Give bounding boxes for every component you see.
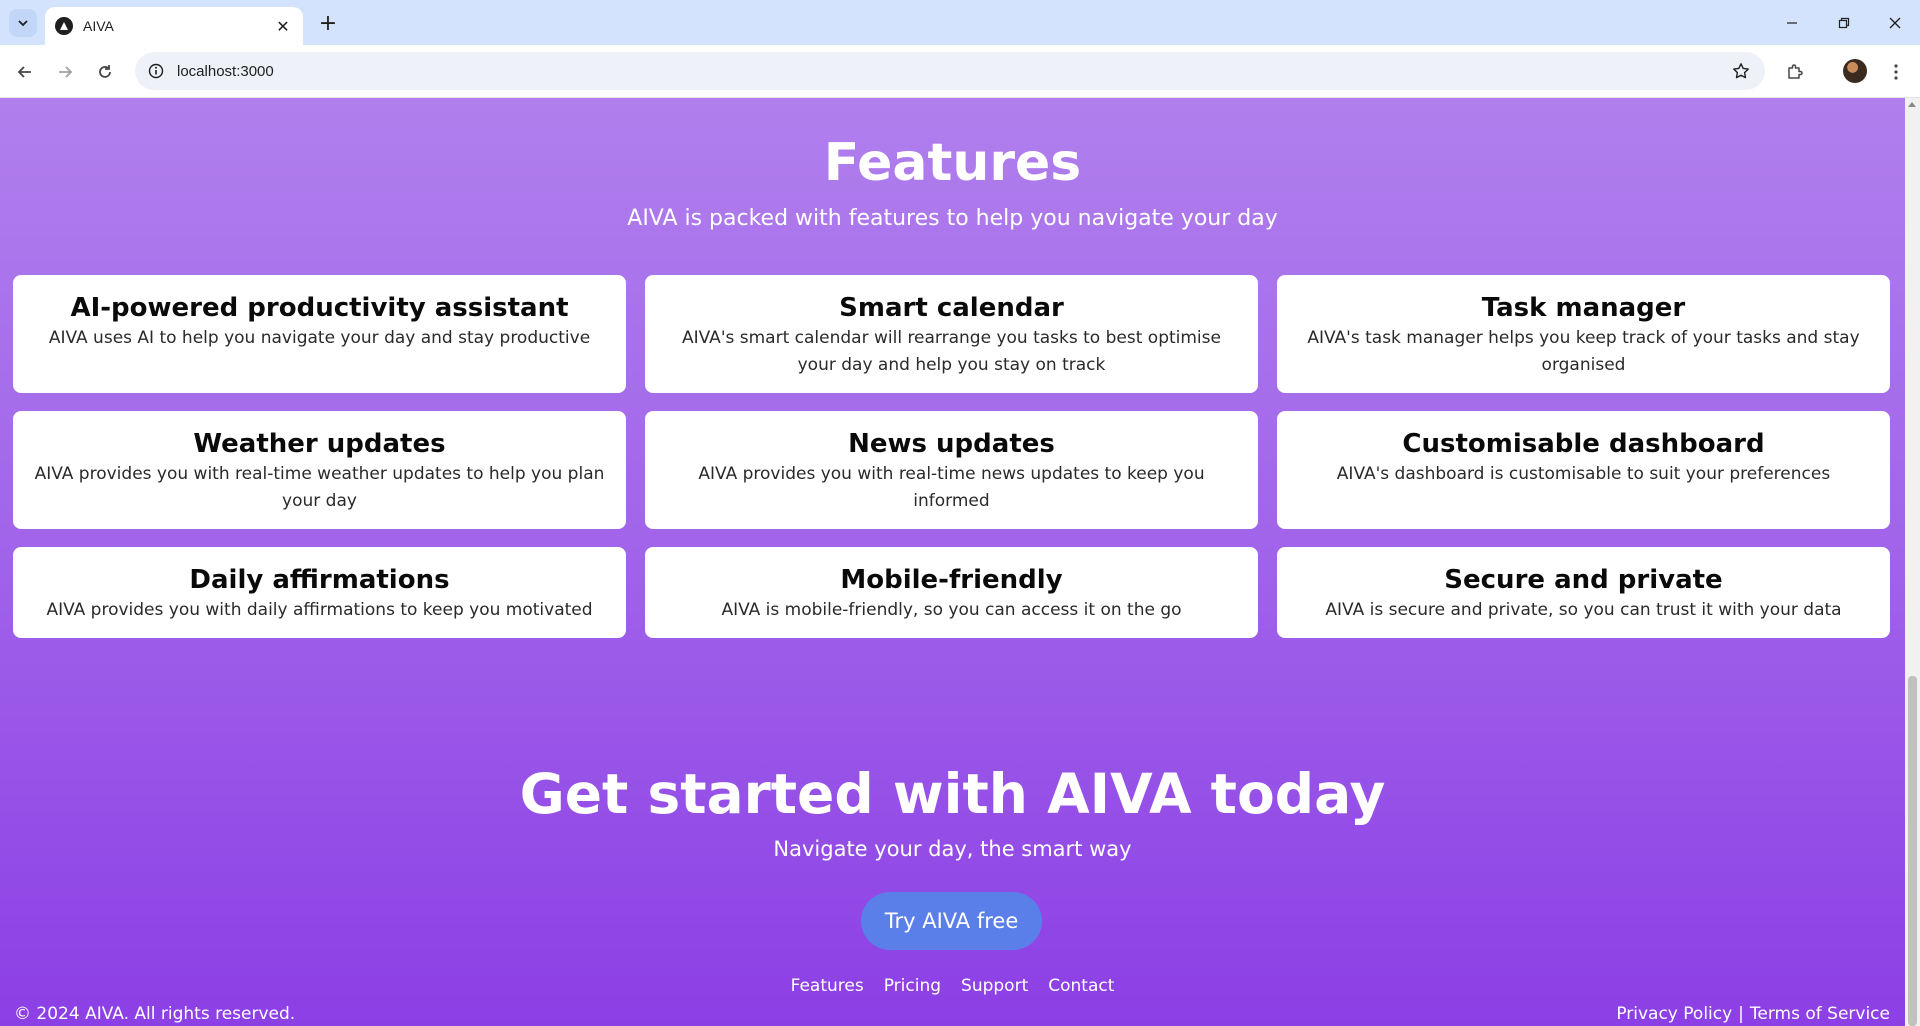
terms-of-service-link[interactable]: Terms of Service — [1750, 1004, 1890, 1024]
restore-button[interactable] — [1822, 0, 1866, 45]
chevron-down-icon — [18, 20, 28, 27]
forward-button[interactable] — [50, 57, 80, 87]
features-subtitle: AIVA is packed with features to help you… — [627, 206, 1278, 231]
minimize-icon — [1787, 21, 1797, 24]
legal-links: Privacy Policy | Terms of Service — [1616, 1004, 1890, 1024]
more-vert-icon — [1894, 64, 1898, 80]
arrow-right-icon — [59, 66, 73, 78]
feature-card: Weather updates AIVA provides you with r… — [13, 411, 626, 529]
cta-subtitle: Navigate your day, the smart way — [773, 837, 1132, 861]
page-viewport: Features AIVA is packed with features to… — [0, 98, 1905, 1026]
feature-card-title: Secure and private — [1444, 565, 1723, 595]
feature-card: Task manager AIVA's task manager helps y… — [1277, 275, 1890, 393]
bookmark-star-icon[interactable] — [1731, 61, 1751, 81]
tab-title: AIVA — [83, 18, 114, 34]
feature-card-description: AIVA's task manager helps you keep track… — [1307, 328, 1860, 375]
feature-card-title: Weather updates — [193, 429, 446, 459]
feature-card-title: Task manager — [1481, 293, 1686, 323]
feature-card: Secure and private AIVA is secure and pr… — [1277, 547, 1890, 638]
footer-link-contact[interactable]: Contact — [1048, 976, 1114, 996]
arrow-left-icon — [17, 66, 31, 78]
close-tab-icon[interactable]: ✕ — [273, 16, 293, 36]
tab-strip: AIVA ✕ + — [0, 0, 1920, 45]
browser-toolbar: localhost:3000 — [0, 45, 1920, 98]
page-scrollbar[interactable] — [1905, 98, 1920, 1026]
feature-card: Smart calendar AIVA's smart calendar wil… — [645, 275, 1258, 393]
cta-title: Get started with AIVA today — [519, 762, 1386, 826]
reload-icon — [99, 65, 111, 78]
legal-separator: | — [1738, 1004, 1744, 1024]
minimize-button[interactable] — [1770, 0, 1814, 45]
close-window-button[interactable] — [1873, 0, 1917, 45]
feature-card-title: Customisable dashboard — [1402, 429, 1765, 459]
feature-card-description: AIVA is mobile-friendly, so you can acce… — [721, 600, 1182, 620]
feature-card-title: AI-powered productivity assistant — [70, 293, 569, 323]
browser-tab[interactable]: AIVA ✕ — [45, 7, 303, 45]
close-icon — [1889, 17, 1901, 28]
features-title: Features — [823, 133, 1082, 193]
footer-nav: Features Pricing Support Contact — [0, 976, 1905, 996]
feature-card-title: Mobile-friendly — [840, 565, 1063, 595]
feature-card: Customisable dashboard AIVA's dashboard … — [1277, 411, 1890, 529]
info-icon[interactable] — [147, 62, 165, 80]
feature-card: News updates AIVA provides you with real… — [645, 411, 1258, 529]
tab-search-button[interactable] — [9, 9, 37, 37]
feature-card-description: AIVA provides you with real-time weather… — [34, 464, 605, 511]
privacy-policy-link[interactable]: Privacy Policy — [1616, 1004, 1732, 1024]
feature-card-title: Smart calendar — [839, 293, 1064, 323]
address-bar[interactable]: localhost:3000 — [135, 52, 1765, 90]
url-text: localhost:3000 — [177, 62, 274, 80]
feature-card-description: AIVA's smart calendar will rearrange you… — [682, 328, 1221, 375]
feature-card-title: News updates — [848, 429, 1055, 459]
feature-card: Mobile-friendly AIVA is mobile-friendly,… — [645, 547, 1258, 638]
feature-card: AI-powered productivity assistant AIVA u… — [13, 275, 626, 393]
footer-link-features[interactable]: Features — [791, 976, 864, 996]
feature-card-title: Daily affirmations — [189, 565, 450, 595]
feature-card: Daily affirmations AIVA provides you wit… — [13, 547, 626, 638]
aiva-favicon-icon — [55, 17, 73, 35]
footer-link-pricing[interactable]: Pricing — [884, 976, 941, 996]
try-aiva-free-button[interactable]: Try AIVA free — [861, 892, 1042, 950]
feature-card-description: AIVA is secure and private, so you can t… — [1325, 600, 1842, 620]
extensions-button[interactable] — [1780, 57, 1810, 87]
feature-card-description: AIVA provides you with real-time news up… — [698, 464, 1205, 511]
feature-card-description: AIVA provides you with daily affirmation… — [46, 600, 593, 620]
puzzle-icon — [1788, 64, 1803, 79]
profile-avatar[interactable] — [1843, 59, 1867, 83]
footer-link-support[interactable]: Support — [961, 976, 1028, 996]
restore-icon — [1838, 17, 1850, 28]
reload-button[interactable] — [90, 57, 120, 87]
menu-button[interactable] — [1881, 57, 1911, 87]
features-grid: AI-powered productivity assistant AIVA u… — [13, 275, 1890, 638]
back-button[interactable] — [10, 57, 40, 87]
feature-card-description: AIVA uses AI to help you navigate your d… — [48, 328, 591, 348]
scrollbar-thumb[interactable] — [1908, 676, 1917, 1026]
scroll-up-arrow-icon[interactable] — [1908, 102, 1916, 107]
new-tab-button[interactable]: + — [315, 10, 341, 36]
feature-card-description: AIVA's dashboard is customisable to suit… — [1336, 464, 1831, 484]
copyright-text: © 2024 AIVA. All rights reserved. — [14, 1004, 296, 1024]
